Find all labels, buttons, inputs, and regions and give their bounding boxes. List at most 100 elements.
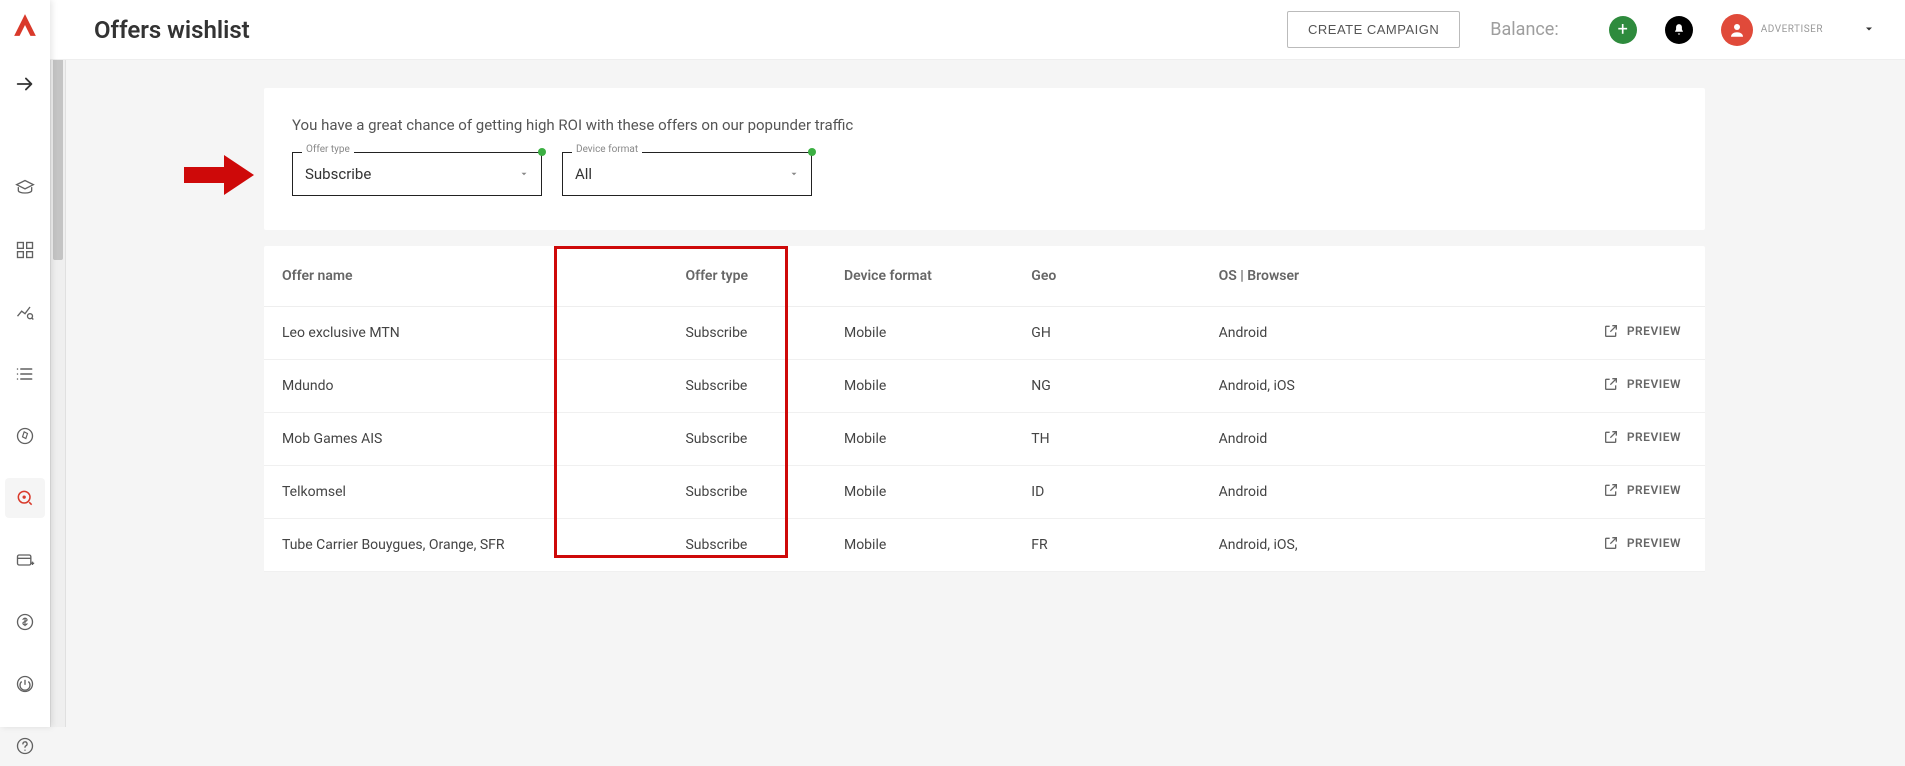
cell-geo: TH bbox=[1013, 413, 1200, 466]
sidebar-rail bbox=[0, 0, 50, 727]
caret-down-icon bbox=[519, 169, 529, 179]
cell-type: Subscribe bbox=[667, 307, 826, 360]
offer-type-value: Subscribe bbox=[305, 165, 519, 183]
preview-button[interactable]: PREVIEW bbox=[1603, 429, 1681, 445]
brand-logo-icon bbox=[12, 12, 38, 38]
annotation-arrow bbox=[184, 152, 254, 202]
cell-geo: ID bbox=[1013, 466, 1200, 519]
arrow-right-annotation-icon bbox=[184, 152, 254, 198]
add-funds-button[interactable]: + bbox=[1609, 16, 1637, 44]
power-icon bbox=[15, 674, 35, 694]
table-row: TelkomselSubscribeMobileIDAndroid PREVIEW bbox=[264, 466, 1705, 519]
external-link-icon bbox=[1603, 482, 1619, 498]
preview-button[interactable]: PREVIEW bbox=[1603, 323, 1681, 339]
plus-icon: + bbox=[1618, 19, 1628, 40]
sidebar-nav bbox=[0, 168, 50, 766]
cell-device: Mobile bbox=[826, 360, 1013, 413]
page-title: Offers wishlist bbox=[94, 16, 250, 44]
device-format-select[interactable]: Device format All bbox=[562, 152, 812, 196]
external-link-icon bbox=[1603, 376, 1619, 392]
bell-icon bbox=[1672, 23, 1686, 37]
filter-hint-text: You have a great chance of getting high … bbox=[292, 116, 1677, 134]
nav-billing[interactable] bbox=[5, 540, 45, 580]
nav-dashboard[interactable] bbox=[5, 230, 45, 270]
cell-name: Mob Games AIS bbox=[264, 413, 667, 466]
device-format-label: Device format bbox=[572, 144, 642, 155]
offers-table: Offer name Offer type Device format Geo … bbox=[264, 246, 1705, 572]
cell-os: Android, iOS bbox=[1201, 360, 1518, 413]
list-icon bbox=[15, 364, 35, 384]
col-offer-type: Offer type bbox=[667, 246, 826, 307]
cell-geo: GH bbox=[1013, 307, 1200, 360]
nav-power[interactable] bbox=[5, 664, 45, 704]
offer-type-label: Offer type bbox=[302, 144, 354, 155]
cell-os: Android bbox=[1201, 413, 1518, 466]
preview-button[interactable]: PREVIEW bbox=[1603, 535, 1681, 551]
arrow-right-icon bbox=[14, 73, 36, 95]
cell-type: Subscribe bbox=[667, 413, 826, 466]
user-role-label: ADVERTISER bbox=[1761, 24, 1823, 35]
user-avatar[interactable] bbox=[1721, 14, 1753, 46]
table-row: Mob Games AISSubscribeMobileTHAndroid PRE… bbox=[264, 413, 1705, 466]
active-indicator-dot bbox=[808, 148, 816, 156]
cell-type: Subscribe bbox=[667, 466, 826, 519]
col-offer-name: Offer name bbox=[264, 246, 667, 307]
cell-device: Mobile bbox=[826, 519, 1013, 572]
cell-name: Telkomsel bbox=[264, 466, 667, 519]
col-geo: Geo bbox=[1013, 246, 1200, 307]
external-link-icon bbox=[1603, 429, 1619, 445]
brand-logo bbox=[0, 0, 50, 50]
external-link-icon bbox=[1603, 535, 1619, 551]
balance-label: Balance: bbox=[1490, 19, 1558, 40]
table-row: MdundoSubscribeMobileNGAndroid, iOS PREVI… bbox=[264, 360, 1705, 413]
cell-type: Subscribe bbox=[667, 360, 826, 413]
cell-os: Android bbox=[1201, 307, 1518, 360]
nav-list[interactable] bbox=[5, 354, 45, 394]
col-device-format: Device format bbox=[826, 246, 1013, 307]
table-header-row: Offer name Offer type Device format Geo … bbox=[264, 246, 1705, 307]
page-header: Offers wishlist CREATE CAMPAIGN Balance:… bbox=[50, 0, 1905, 60]
dollar-circle-icon bbox=[15, 612, 35, 632]
cell-os: Android bbox=[1201, 466, 1518, 519]
cell-type: Subscribe bbox=[667, 519, 826, 572]
analytics-icon bbox=[15, 302, 35, 322]
cell-device: Mobile bbox=[826, 413, 1013, 466]
active-indicator-dot bbox=[538, 148, 546, 156]
sidebar-expand-toggle[interactable] bbox=[0, 60, 50, 108]
cell-name: Mdundo bbox=[264, 360, 667, 413]
nav-offers-wishlist[interactable] bbox=[5, 478, 45, 518]
content-area: You have a great chance of getting high … bbox=[50, 60, 1905, 727]
scrollbar[interactable] bbox=[50, 0, 66, 727]
caret-down-icon bbox=[789, 169, 799, 179]
offers-table-panel: Offer name Offer type Device format Geo … bbox=[264, 246, 1705, 572]
graduation-cap-icon bbox=[15, 178, 35, 198]
user-icon bbox=[1728, 21, 1746, 39]
cell-name: Leo exclusive MTN bbox=[264, 307, 667, 360]
notifications-button[interactable] bbox=[1665, 16, 1693, 44]
col-os-browser: OS | Browser bbox=[1201, 246, 1518, 307]
caret-down-icon bbox=[1863, 23, 1875, 35]
nav-analytics[interactable] bbox=[5, 292, 45, 332]
compass-icon bbox=[15, 426, 35, 446]
table-row: Leo exclusive MTNSubscribeMobileGHAndroi… bbox=[264, 307, 1705, 360]
cell-geo: NG bbox=[1013, 360, 1200, 413]
question-circle-icon bbox=[15, 736, 35, 756]
grid-icon bbox=[15, 240, 35, 260]
cell-name: Tube Carrier Bouygues, Orange, SFR bbox=[264, 519, 667, 572]
nav-education[interactable] bbox=[5, 168, 45, 208]
card-plus-icon bbox=[15, 550, 35, 570]
nav-help[interactable] bbox=[5, 726, 45, 766]
cell-geo: FR bbox=[1013, 519, 1200, 572]
nav-compass[interactable] bbox=[5, 416, 45, 456]
create-campaign-button[interactable]: CREATE CAMPAIGN bbox=[1287, 11, 1460, 48]
user-menu-toggle[interactable] bbox=[1863, 20, 1875, 39]
table-row: Tube Carrier Bouygues, Orange, SFRSubscr… bbox=[264, 519, 1705, 572]
external-link-icon bbox=[1603, 323, 1619, 339]
preview-button[interactable]: PREVIEW bbox=[1603, 482, 1681, 498]
cell-os: Android, iOS, bbox=[1201, 519, 1518, 572]
preview-button[interactable]: PREVIEW bbox=[1603, 376, 1681, 392]
cell-device: Mobile bbox=[826, 466, 1013, 519]
device-format-value: All bbox=[575, 165, 789, 183]
offer-type-select[interactable]: Offer type Subscribe bbox=[292, 152, 542, 196]
nav-finance[interactable] bbox=[5, 602, 45, 642]
